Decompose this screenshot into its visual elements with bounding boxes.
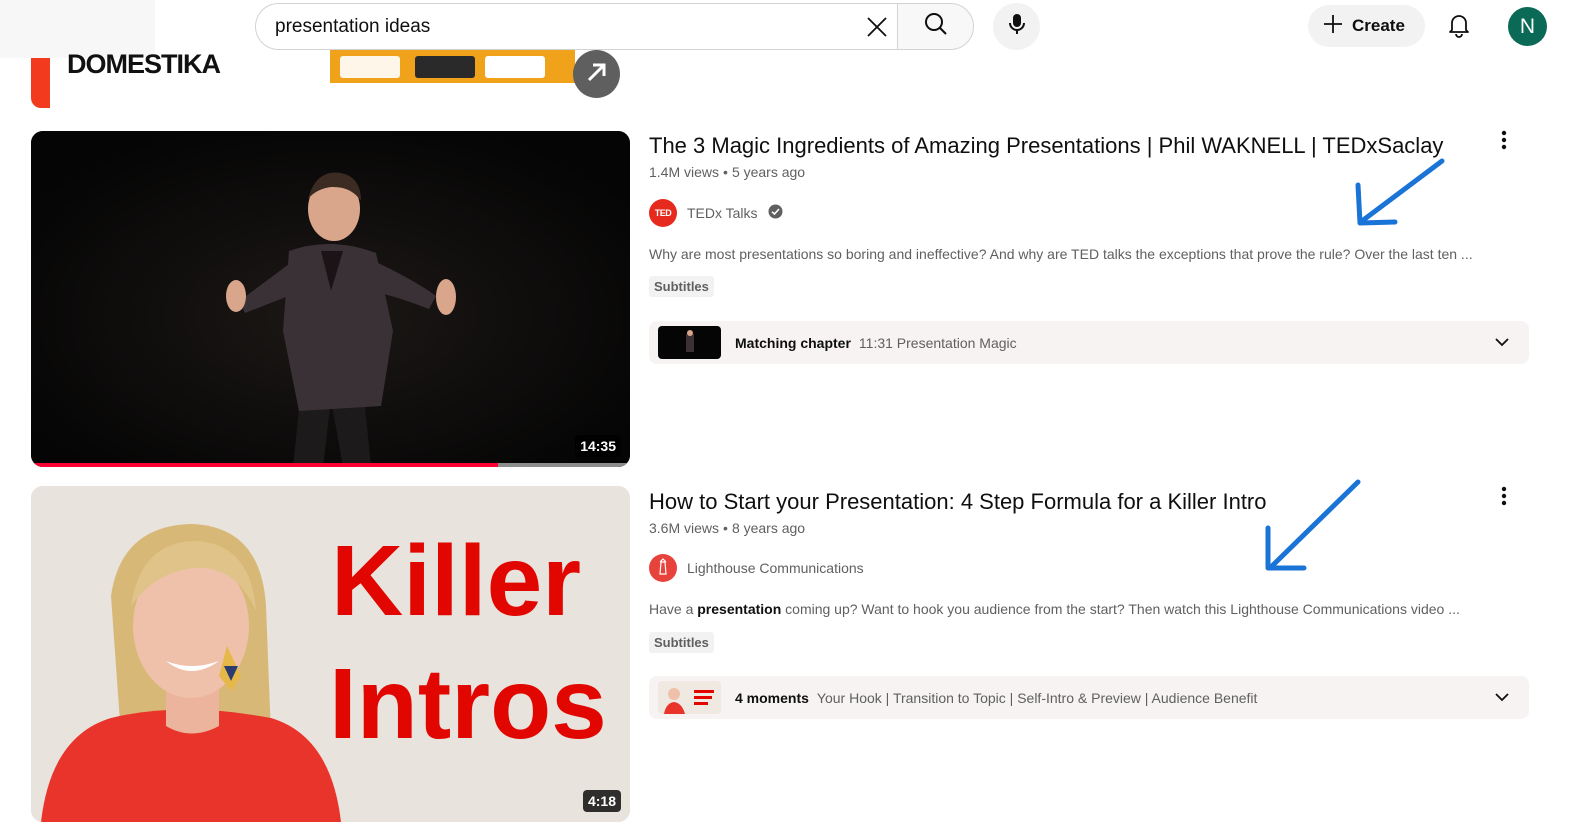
watch-progress-fill (31, 463, 499, 467)
chapter-preview[interactable]: Matching chapter 11:31 Presentation Magi… (649, 321, 1529, 364)
view-count: 1.4M views (649, 164, 720, 180)
notifications-button[interactable] (1440, 8, 1478, 46)
arrow-up-right-icon (584, 59, 610, 90)
ad-card (415, 56, 475, 78)
more-actions-button[interactable] (1493, 485, 1515, 511)
create-label: Create (1352, 16, 1405, 35)
video-title[interactable]: How to Start your Presentation: 4 Step F… (649, 488, 1267, 516)
search-box[interactable] (255, 3, 898, 50)
video-description: Why are most presentations so boring and… (649, 246, 1473, 262)
annotation-arrow-icon (1355, 158, 1445, 226)
ad-card (340, 56, 400, 78)
ad-banner[interactable]: DOMESTIKA (0, 50, 640, 110)
thumbnail-title-line-1: Killer (331, 525, 582, 637)
vertical-dots-icon (1501, 130, 1507, 155)
moments-label: 4 moments (735, 689, 809, 706)
search-button[interactable] (897, 3, 974, 50)
video-metadata: 3.6M views • 8 years ago (649, 520, 805, 536)
subtitles-badge: Subtitles (649, 632, 714, 653)
ad-card (485, 56, 545, 78)
speaker-image (31, 131, 630, 467)
ad-thumbnail[interactable] (330, 50, 575, 83)
channel-avatar[interactable] (649, 554, 677, 582)
ad-brand-name: DOMESTIKA (67, 50, 221, 79)
video-thumbnail[interactable]: 14:35 (31, 131, 630, 467)
moments-thumbnail[interactable] (658, 681, 721, 714)
verified-check-icon (768, 204, 783, 222)
video-thumbnail[interactable]: Killer Intros 4:18 (31, 486, 630, 822)
clear-search-icon[interactable] (864, 14, 890, 40)
chapter-label: Matching chapter (735, 334, 851, 351)
chapter-thumbnail[interactable] (658, 326, 721, 359)
search-input[interactable] (275, 15, 835, 38)
channel-row[interactable]: Lighthouse Communications (649, 554, 864, 582)
video-duration: 4:18 (582, 790, 621, 812)
video-title[interactable]: The 3 Magic Ingredients of Amazing Prese… (649, 132, 1443, 160)
moments-text: Your Hook | Transition to Topic | Self-I… (816, 689, 1258, 706)
ad-brand-bar (31, 58, 50, 108)
description-text: coming up? Want to hook you audience fro… (781, 601, 1460, 617)
bell-icon (1447, 12, 1471, 43)
view-count: 3.6M views (649, 520, 720, 536)
chevron-down-icon[interactable] (1493, 333, 1511, 354)
description-highlight: presentation (697, 601, 782, 617)
upload-age: 5 years ago (731, 164, 806, 180)
create-button[interactable]: Create (1308, 5, 1425, 47)
separator-dot: • (723, 520, 728, 536)
channel-avatar-text: TED (654, 208, 672, 218)
chapter-text: 11:31 Presentation Magic (858, 334, 1017, 351)
moments-preview[interactable]: 4 moments Your Hook | Transition to Topi… (649, 676, 1529, 719)
subtitles-badge: Subtitles (649, 276, 714, 297)
voice-search-button[interactable] (993, 3, 1040, 50)
separator-dot: • (723, 164, 728, 180)
account-avatar[interactable]: N (1508, 7, 1547, 46)
channel-name[interactable]: TEDx Talks (687, 205, 758, 221)
thumbnail-title-line-2: Intros (329, 648, 607, 760)
upload-age: 8 years ago (731, 520, 806, 536)
microphone-icon (1006, 12, 1028, 41)
video-description: Have a presentation coming up? Want to h… (649, 601, 1460, 617)
channel-avatar[interactable]: TED (649, 199, 677, 227)
chevron-down-icon[interactable] (1493, 688, 1511, 709)
watch-progress-bar (31, 463, 630, 467)
search-icon (923, 11, 949, 42)
annotation-arrow-icon (1265, 479, 1361, 571)
channel-row[interactable]: TED TEDx Talks (649, 199, 783, 227)
plus-icon (1322, 13, 1344, 40)
more-actions-button[interactable] (1493, 129, 1515, 155)
video-metadata: 1.4M views • 5 years ago (649, 164, 805, 180)
lighthouse-icon (656, 557, 670, 579)
channel-name[interactable]: Lighthouse Communications (687, 560, 864, 576)
description-text: Have a (649, 601, 698, 617)
vertical-dots-icon (1501, 486, 1507, 511)
ad-open-link-button[interactable] (573, 50, 620, 98)
video-duration: 14:35 (575, 435, 621, 457)
